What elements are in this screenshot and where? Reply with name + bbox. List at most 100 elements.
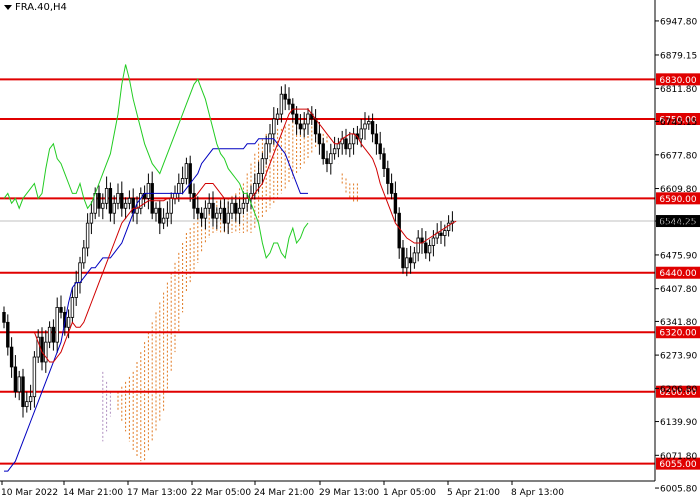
price-tick-label: 6407.80 [660, 285, 697, 295]
price-tick-label: 6273.90 [660, 352, 697, 362]
candle-body [397, 212, 401, 249]
candle-body [218, 207, 223, 214]
candle-body [146, 183, 151, 199]
candle-body [389, 183, 394, 194]
candle-body [169, 197, 173, 214]
price-tick-label: 6475.90 [660, 251, 697, 261]
time-tick-label: 1 Apr 05:00 [383, 488, 436, 498]
candle-body [260, 158, 265, 174]
level-label: 6320.00 [659, 329, 696, 339]
candle-body [66, 316, 71, 328]
candle-body [25, 401, 29, 408]
candle-body [424, 242, 428, 254]
candle-body [234, 202, 238, 214]
candle-body [412, 252, 417, 264]
candle-body [55, 307, 59, 343]
candle-body [6, 321, 10, 348]
candle-body [393, 192, 398, 214]
candle-body [222, 207, 227, 224]
candle-body [161, 217, 166, 224]
candle-body [123, 202, 128, 209]
price-tick-label: 6544.25 [660, 218, 697, 228]
price-tick-label: 6811.80 [660, 85, 697, 95]
dropdown-triangle-icon[interactable] [4, 5, 12, 10]
candlesticks [2, 84, 455, 418]
time-tick-label: 24 Mar 21:00 [254, 488, 314, 498]
candle-body [351, 133, 356, 145]
candle-body [230, 202, 234, 214]
candle-body [325, 158, 329, 165]
symbol-label-text: FRA.40,H4 [15, 2, 67, 13]
symbol-timeframe-label[interactable]: FRA.40,H4 [4, 2, 67, 13]
candle-body [173, 192, 177, 199]
candle-body [321, 143, 325, 160]
candle-body [127, 197, 132, 204]
price-tick-label: 6005.80 [660, 485, 697, 495]
candle-body [112, 202, 116, 214]
price-tick-label: 6947.80 [660, 17, 697, 27]
candle-body [245, 197, 249, 204]
candle-body [108, 188, 113, 214]
candle-body [226, 212, 230, 224]
candle-body [401, 247, 405, 269]
candle-body [135, 207, 139, 214]
candle-body [165, 212, 170, 219]
price-tick-label: 6745.15 [660, 118, 697, 128]
candle-body [256, 173, 261, 184]
candle-body [32, 356, 37, 398]
candle-body [177, 183, 181, 194]
price-tick-label: 6341.80 [660, 318, 697, 328]
candle-body [70, 297, 75, 318]
time-tick-label: 8 Apr 13:00 [511, 488, 564, 498]
candle-body [367, 121, 371, 125]
candle-body [211, 202, 215, 219]
price-tick-label: 6677.80 [660, 151, 697, 161]
candle-body [279, 93, 284, 115]
candle-body [101, 202, 105, 209]
level-label: 6590.00 [659, 195, 696, 205]
price-chart[interactable]: 6830.006750.006590.006440.006320.006200.… [0, 0, 700, 500]
candle-body [275, 113, 280, 120]
candle-body [374, 133, 379, 145]
candle-body [283, 93, 287, 100]
candle-body [199, 212, 204, 219]
time-tick-label: 29 Mar 13:00 [319, 488, 379, 498]
candle-body [82, 247, 86, 264]
candle-body [416, 237, 420, 254]
candle-body [192, 192, 196, 209]
candle-body [294, 113, 299, 125]
candle-body [241, 202, 246, 209]
candle-body [47, 326, 52, 343]
candle-body [287, 98, 291, 105]
candle-body [78, 262, 82, 284]
time-tick-label: 5 Apr 21:00 [447, 488, 500, 498]
candle-body [427, 245, 432, 254]
candle-body [196, 207, 200, 214]
price-tick-label: 6071.80 [660, 452, 697, 462]
time-axis: 10 Mar 2022 14 Mar 21:00 17 Mar 13:00 22 Ma… [0, 480, 655, 498]
candle-body [302, 123, 306, 130]
candle-body [154, 207, 158, 214]
candle-body [306, 113, 310, 125]
candle-body [21, 376, 25, 408]
candle-body [184, 163, 189, 179]
candle-body [104, 188, 109, 204]
candle-body [378, 143, 382, 155]
candle-body [386, 168, 390, 184]
candle-body [188, 163, 192, 194]
candle-body [313, 118, 318, 135]
chart-window[interactable]: 6830.00 6750.00 6590.00 6440.00 6320.00 6200.… [0, 0, 700, 500]
candle-body [264, 143, 268, 160]
candle-body [158, 207, 162, 224]
candle-body [203, 207, 208, 219]
candle-body [332, 148, 337, 155]
candle-body [17, 376, 21, 393]
candle-body [51, 326, 56, 343]
candle-body [180, 178, 185, 184]
candle-body [405, 257, 409, 269]
candle-body [408, 257, 413, 264]
candle-body [344, 138, 348, 150]
candle-body [97, 192, 101, 209]
candle-body [348, 143, 352, 150]
candle-body [272, 118, 276, 135]
